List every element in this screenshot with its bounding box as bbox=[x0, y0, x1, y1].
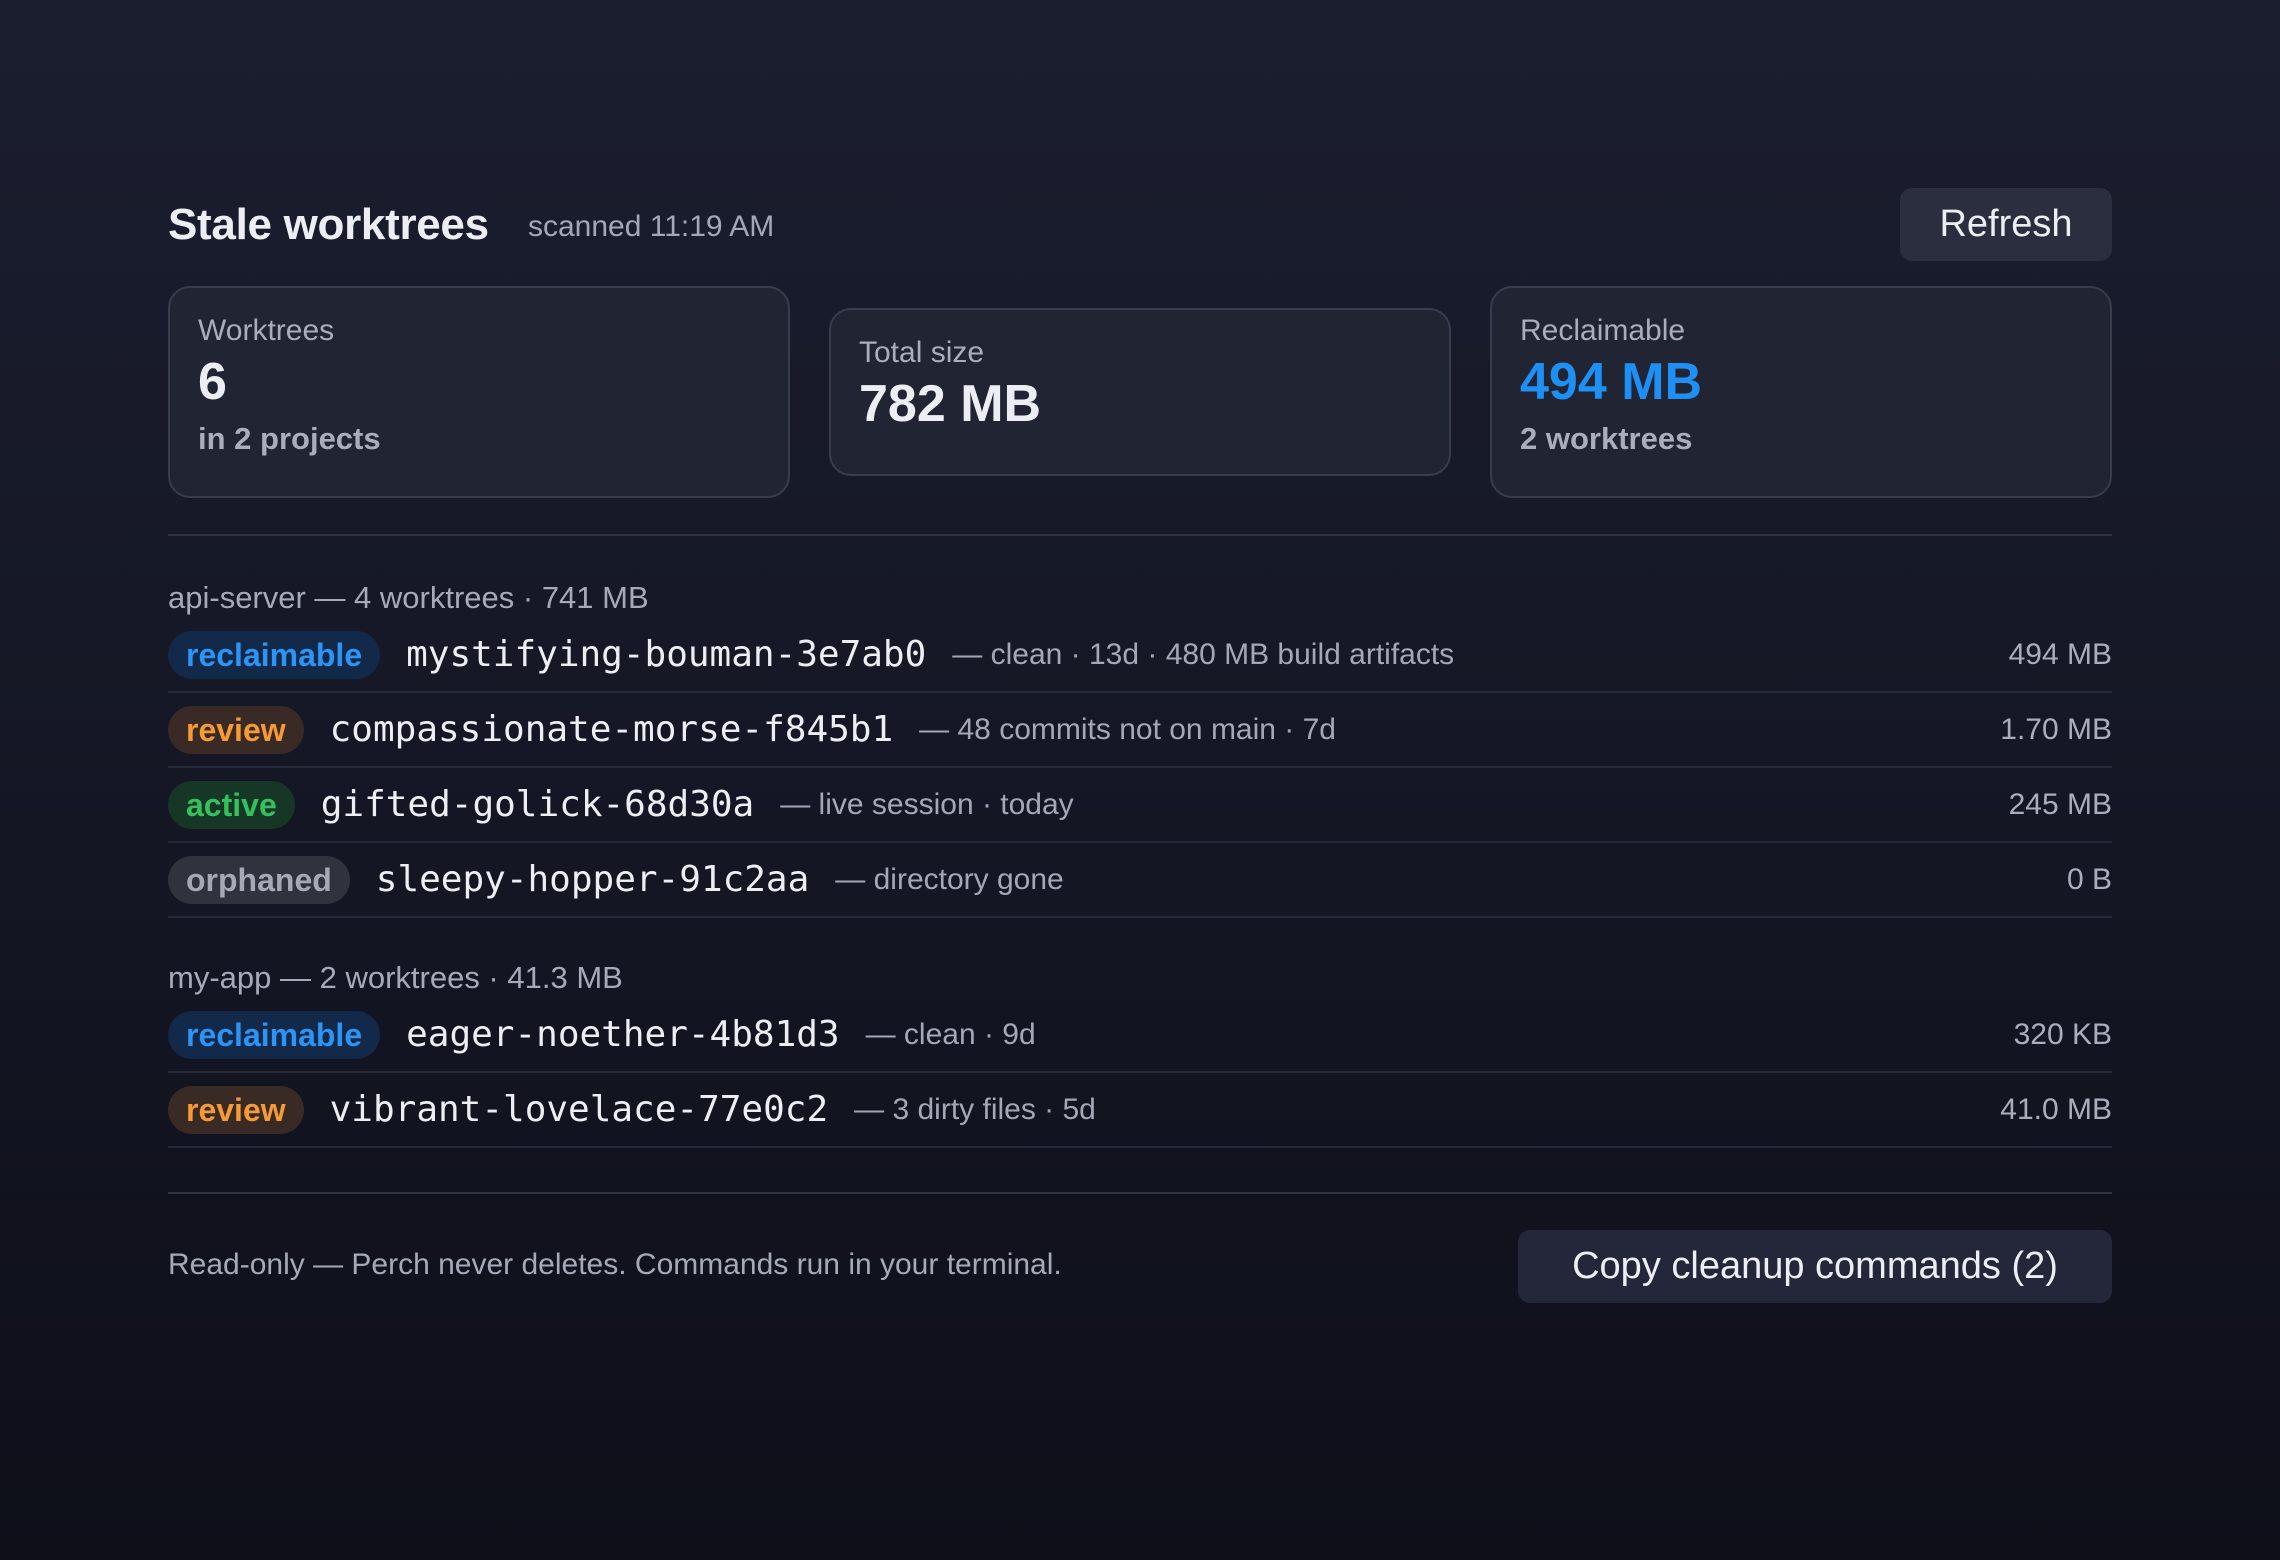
worktree-description: — clean · 13d · 480 MB build artifacts bbox=[952, 637, 1455, 671]
panel-footer: Read-only — Perch never deletes. Command… bbox=[168, 1230, 2112, 1305]
card-sub: in 2 projects bbox=[198, 421, 381, 457]
divider bbox=[168, 534, 2112, 536]
worktree-size: 245 MB bbox=[2008, 787, 2112, 821]
worktrees-card: Worktrees 6 in 2 projects bbox=[168, 286, 790, 498]
worktree-name: eager-noether-4b81d3 bbox=[406, 1014, 840, 1055]
status-badge: active bbox=[168, 780, 295, 829]
worktree-row[interactable]: review compassionate-morse-f845b1 — 48 c… bbox=[168, 693, 2112, 768]
worktree-description: — 3 dirty files · 5d bbox=[854, 1092, 1096, 1126]
card-label: Worktrees bbox=[198, 314, 335, 347]
summary-cards: Worktrees 6 in 2 projects Total size 782… bbox=[168, 286, 2112, 498]
status-badge: review bbox=[168, 705, 304, 754]
worktree-row[interactable]: active gifted-golick-68d30a — live sessi… bbox=[168, 768, 2112, 843]
card-value: 494 MB bbox=[1520, 353, 1703, 411]
card-label: Total size bbox=[859, 336, 985, 369]
worktree-name: mystifying-bouman-3e7ab0 bbox=[406, 634, 927, 675]
worktree-size: 1.70 MB bbox=[2000, 712, 2112, 746]
status-badge: review bbox=[168, 1085, 304, 1134]
group-label-api-server: api-server — 4 worktrees · 741 MB bbox=[168, 580, 649, 615]
read-only-note: Read-only — Perch never deletes. Command… bbox=[168, 1248, 1062, 1281]
worktree-description: — live session · today bbox=[780, 787, 1074, 821]
page-title: Stale worktrees bbox=[168, 200, 489, 249]
divider bbox=[168, 1192, 2112, 1194]
card-value: 6 bbox=[198, 353, 227, 411]
worktree-name: compassionate-morse-f845b1 bbox=[329, 709, 894, 750]
total-size-card: Total size 782 MB bbox=[829, 308, 1451, 476]
panel-header: Stale worktrees scanned 11:19 AM Refresh bbox=[168, 188, 2112, 262]
refresh-button[interactable]: Refresh bbox=[1900, 188, 2112, 261]
worktree-name: vibrant-lovelace-77e0c2 bbox=[329, 1089, 829, 1130]
worktree-description: — directory gone bbox=[835, 862, 1064, 896]
worktree-description: — 48 commits not on main · 7d bbox=[919, 712, 1336, 746]
worktree-name: gifted-golick-68d30a bbox=[320, 784, 755, 825]
worktree-row[interactable]: reclaimable eager-noether-4b81d3 — clean… bbox=[168, 998, 2112, 1073]
status-badge: reclaimable bbox=[168, 630, 381, 679]
worktree-size: 41.0 MB bbox=[2000, 1092, 2112, 1126]
reclaimable-card: Reclaimable 494 MB 2 worktrees bbox=[1490, 286, 2112, 498]
worktree-row[interactable]: reclaimable mystifying-bouman-3e7ab0 — c… bbox=[168, 618, 2112, 693]
worktree-size: 320 KB bbox=[2013, 1017, 2112, 1051]
copy-cleanup-commands-button[interactable]: Copy cleanup commands (2) bbox=[1518, 1230, 2112, 1303]
worktree-row[interactable]: orphaned sleepy-hopper-91c2aa — director… bbox=[168, 843, 2112, 918]
status-badge: reclaimable bbox=[168, 1010, 381, 1059]
card-sub: 2 worktrees bbox=[1520, 421, 1693, 457]
worktree-name: sleepy-hopper-91c2aa bbox=[375, 859, 810, 900]
worktree-size: 0 B bbox=[2066, 862, 2112, 896]
card-value: 782 MB bbox=[859, 375, 1042, 433]
worktree-description: — clean · 9d bbox=[865, 1017, 1036, 1051]
group-label-my-app: my-app — 2 worktrees · 41.3 MB bbox=[168, 960, 623, 995]
scanned-timestamp: scanned 11:19 AM bbox=[528, 210, 775, 243]
worktree-row[interactable]: review vibrant-lovelace-77e0c2 — 3 dirty… bbox=[168, 1073, 2112, 1148]
status-badge: orphaned bbox=[168, 855, 350, 904]
card-label: Reclaimable bbox=[1520, 314, 1686, 347]
stale-worktrees-panel: Stale worktrees scanned 11:19 AM Refresh… bbox=[168, 188, 2112, 1305]
worktree-size: 494 MB bbox=[2008, 637, 2112, 671]
